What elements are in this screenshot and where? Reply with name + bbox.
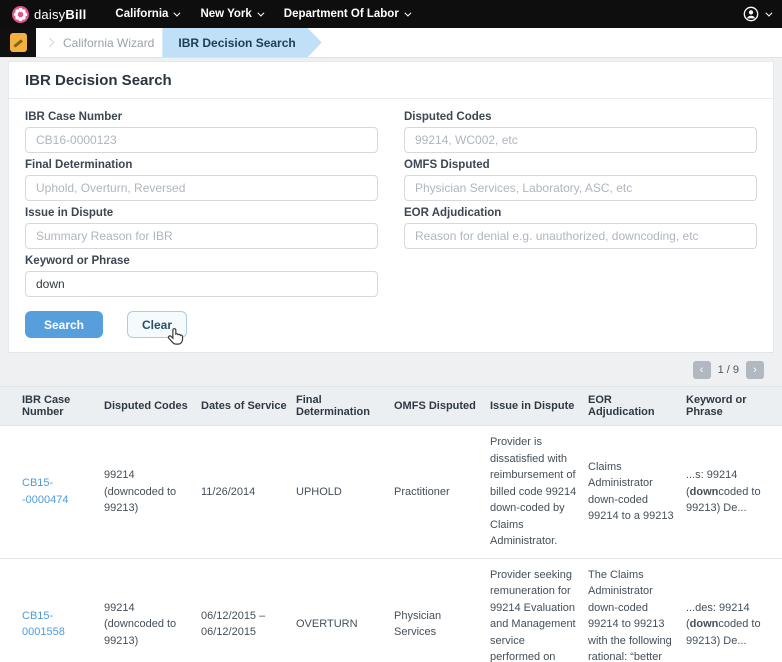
user-menu[interactable] bbox=[743, 6, 773, 22]
next-page-button[interactable]: › bbox=[746, 361, 764, 379]
case-number-link[interactable]: CB15-0001558 bbox=[22, 610, 65, 639]
issue-in-dispute-input[interactable] bbox=[25, 223, 378, 249]
search-card: IBR Decision Search IBR Case Number Disp… bbox=[8, 61, 774, 353]
chevron-down-icon bbox=[404, 9, 412, 17]
table-row: CB15--0000474 99214 (downcoded to 99213)… bbox=[0, 425, 782, 559]
chevron-down-icon bbox=[173, 9, 181, 17]
cell-keyword: ...des: 99214 (downcoded to 99213) De... bbox=[686, 558, 782, 662]
cell-disputed-codes: 99214 (downcoded to 99213) bbox=[104, 558, 201, 662]
wizard-home-button[interactable] bbox=[0, 28, 36, 57]
user-circle-icon bbox=[743, 6, 759, 22]
case-number-link[interactable]: CB15--0000474 bbox=[22, 477, 69, 506]
breadcrumb-active-label: IBR Decision Search bbox=[178, 35, 296, 50]
chevron-down-icon bbox=[765, 9, 773, 17]
header-omfs-disputed: OMFS Disputed bbox=[394, 386, 490, 426]
field-issue-in-dispute: Issue in Dispute bbox=[25, 207, 378, 249]
top-navbar: daisyBill California New York Department… bbox=[0, 0, 782, 28]
final-determination-label: Final Determination bbox=[25, 159, 133, 171]
cell-keyword: ...s: 99214 (downcoded to 99213) De... bbox=[686, 425, 782, 559]
nav-item-california[interactable]: California bbox=[115, 8, 181, 20]
page-indicator: 1 / 9 bbox=[717, 364, 739, 376]
cell-eor-adjudication: The Claims Administrator down-coded 9921… bbox=[588, 558, 686, 662]
cell-omfs-disputed: Physician Services bbox=[394, 558, 490, 662]
disputed-codes-input[interactable] bbox=[404, 127, 757, 153]
cell-dates-of-service: 11/26/2014 bbox=[201, 425, 296, 559]
eor-adjudication-input[interactable] bbox=[404, 223, 757, 249]
nav-item-california-label: California bbox=[115, 8, 169, 20]
search-button[interactable]: Search bbox=[25, 311, 103, 338]
clear-button[interactable]: Clear bbox=[127, 311, 187, 338]
header-keyword-or-phrase: Keyword or Phrase bbox=[686, 386, 782, 426]
header-final-determination: Final Determination bbox=[296, 386, 394, 426]
nav-item-department-of-labor-label: Department Of Labor bbox=[283, 8, 399, 20]
field-spacer bbox=[404, 255, 757, 297]
ibr-case-number-label: IBR Case Number bbox=[25, 111, 123, 123]
field-keyword-or-phrase: Keyword or Phrase bbox=[25, 255, 378, 297]
cell-case-number: CB15-0001558 bbox=[0, 558, 104, 662]
cell-case-number: CB15--0000474 bbox=[0, 425, 104, 559]
form-actions: Search Clear bbox=[25, 311, 378, 345]
cell-omfs-disputed: Practitioner bbox=[394, 425, 490, 559]
breadcrumb-ibr-decision-search: IBR Decision Search bbox=[162, 28, 321, 57]
issue-in-dispute-label: Issue in Dispute bbox=[25, 207, 114, 219]
nav-item-department-of-labor[interactable]: Department Of Labor bbox=[283, 8, 412, 20]
page-title: IBR Decision Search bbox=[9, 62, 773, 99]
search-form: IBR Case Number Disputed Codes Final Det… bbox=[9, 99, 773, 352]
keyword-or-phrase-input[interactable] bbox=[25, 271, 378, 297]
cell-issue-in-dispute: Provider seeking remuneration for 99214 … bbox=[490, 558, 588, 662]
header-ibr-case-number: IBR Case Number bbox=[0, 386, 104, 426]
cell-dates-of-service: 06/12/2015 – 06/12/2015 bbox=[201, 558, 296, 662]
cell-disputed-codes: 99214 (downcoded to 99213) bbox=[104, 425, 201, 559]
table-row: CB15-0001558 99214 (downcoded to 99213) … bbox=[0, 558, 782, 662]
header-eor-adjudication: EOR Adjudication bbox=[588, 386, 686, 426]
brand[interactable]: daisyBill bbox=[12, 5, 87, 23]
breadcrumb: California Wizard IBR Decision Search bbox=[0, 28, 782, 58]
brand-name: daisyBill bbox=[34, 6, 87, 22]
omfs-disputed-label: OMFS Disputed bbox=[404, 159, 490, 171]
field-disputed-codes: Disputed Codes bbox=[404, 111, 757, 153]
disputed-codes-label: Disputed Codes bbox=[404, 111, 492, 123]
cell-final-determination: OVERTURN bbox=[296, 558, 394, 662]
chevron-right-icon bbox=[44, 37, 55, 48]
nav-item-new-york[interactable]: New York bbox=[200, 8, 265, 20]
eor-adjudication-label: EOR Adjudication bbox=[404, 207, 502, 219]
keyword-or-phrase-label: Keyword or Phrase bbox=[25, 255, 130, 267]
results-table: IBR Case Number Disputed Codes Dates of … bbox=[0, 386, 782, 662]
field-ibr-case-number: IBR Case Number bbox=[25, 111, 378, 153]
field-eor-adjudication: EOR Adjudication bbox=[404, 207, 757, 249]
header-disputed-codes: Disputed Codes bbox=[104, 386, 201, 426]
cell-issue-in-dispute: Provider is dissatisfied with reimbursem… bbox=[490, 425, 588, 559]
cell-final-determination: UPHOLD bbox=[296, 425, 394, 559]
omfs-disputed-input[interactable] bbox=[404, 175, 757, 201]
daisy-flower-icon bbox=[12, 5, 29, 23]
ibr-case-number-input[interactable] bbox=[25, 127, 378, 153]
nav-item-new-york-label: New York bbox=[200, 8, 252, 20]
prev-page-button[interactable]: ‹ bbox=[692, 361, 711, 379]
breadcrumb-california-wizard[interactable]: California Wizard bbox=[63, 36, 154, 50]
pagination: ‹ 1 / 9 › bbox=[0, 353, 782, 386]
field-omfs-disputed: OMFS Disputed bbox=[404, 159, 757, 201]
table-header-row: IBR Case Number Disputed Codes Dates of … bbox=[0, 386, 782, 426]
header-dates-of-service: Dates of Service bbox=[201, 386, 296, 426]
final-determination-input[interactable] bbox=[25, 175, 378, 201]
header-issue-in-dispute: Issue in Dispute bbox=[490, 386, 588, 426]
chevron-down-icon bbox=[257, 9, 265, 17]
cell-eor-adjudication: Claims Administrator down-coded 99214 to… bbox=[588, 425, 686, 559]
orange-note-pencil-icon bbox=[9, 33, 27, 52]
field-final-determination: Final Determination bbox=[25, 159, 378, 201]
